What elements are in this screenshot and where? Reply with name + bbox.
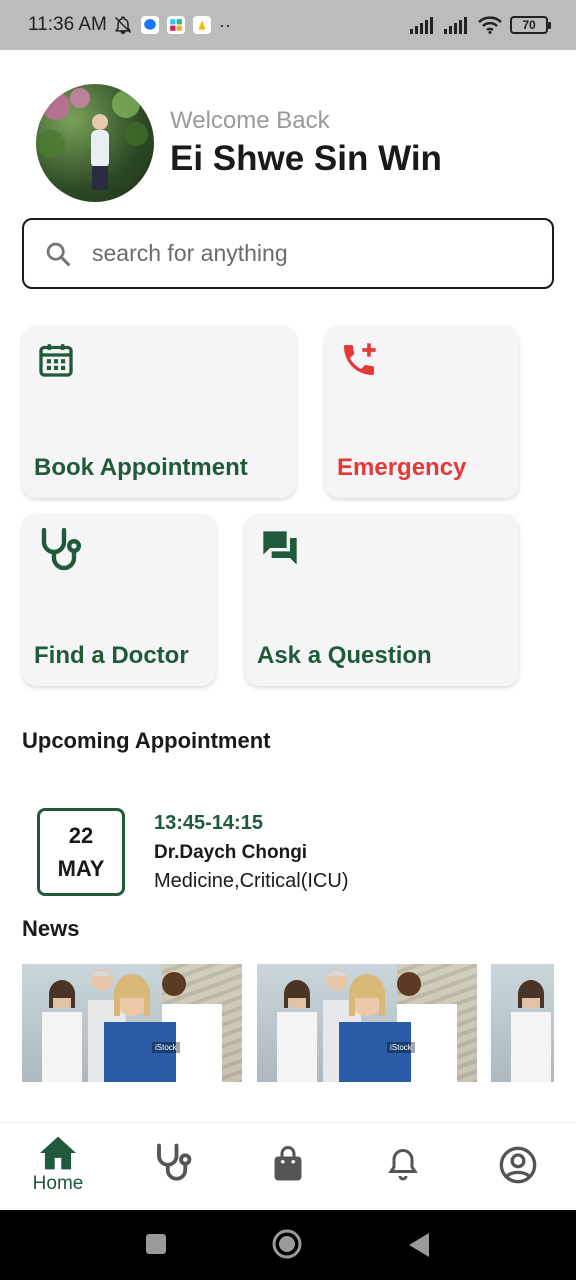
nav-notifications[interactable] [363,1145,443,1183]
recents-icon [146,1234,166,1254]
nav-home[interactable]: Home [18,1135,98,1195]
ask-question-card[interactable]: Ask a Question [245,514,519,686]
calendar-icon [36,340,76,385]
profile-header: Welcome Back Ei Shwe Sin Win [36,84,442,202]
search-icon [46,242,71,266]
search-bar[interactable] [22,218,554,289]
news-carousel[interactable]: iStock iStock [22,964,554,1082]
upcoming-title: Upcoming Appointment [22,728,271,753]
back-button[interactable] [407,1232,431,1263]
ask-question-label: Ask a Question [257,642,432,669]
appointment-month: MAY [57,856,105,881]
avatar[interactable] [36,84,154,202]
status-bar: 11:36 AM ·· 70 [0,0,576,50]
news-image[interactable]: iStock [22,964,242,1082]
user-name: Ei Shwe Sin Win [170,139,442,178]
nav-doctors[interactable] [133,1143,213,1183]
news-title: News [22,916,80,941]
bottom-navigation: Home [0,1122,576,1210]
system-navigation-bar [0,1210,576,1280]
news-image[interactable]: iStock [257,964,477,1082]
stethoscope-icon [157,1143,192,1181]
back-icon [409,1233,429,1257]
find-doctor-card[interactable]: Find a Doctor [22,514,216,686]
messenger-icon [140,16,159,34]
emergency-card[interactable]: Emergency [325,326,519,498]
book-appointment-card[interactable]: Book Appointment [22,326,296,498]
home-system-button[interactable] [272,1229,302,1264]
signal-icon [410,17,433,34]
bell-muted-icon [113,15,133,35]
nav-shop[interactable] [248,1145,328,1183]
emergency-label: Emergency [337,454,467,481]
nav-profile[interactable] [478,1145,558,1185]
appointment-date: 22 MAY [37,808,125,896]
chat-icon [259,528,301,573]
appointment-doctor: Dr.Daych Chongi [154,842,308,863]
search-input[interactable] [92,240,492,267]
more-dots-icon: ·· [218,14,231,35]
app-icon [192,16,211,34]
news-watermark: iStock [152,1042,180,1053]
status-time: 11:36 AM [28,14,107,35]
bell-icon [388,1148,418,1181]
recents-button[interactable] [145,1233,167,1260]
home-icon [40,1136,76,1170]
bag-icon [274,1146,302,1181]
news-image[interactable] [491,964,554,1082]
stethoscope-icon [36,527,84,577]
battery-indicator: 70 [510,16,551,34]
appointment-department: Medicine,Critical(ICU) [154,870,349,892]
slack-icon [166,16,185,34]
signal-icon-2 [444,17,467,34]
book-appointment-label: Book Appointment [34,454,248,481]
wifi-icon [478,16,502,34]
phone-add-icon [339,340,379,385]
home-circle-icon [272,1229,302,1259]
welcome-text: Welcome Back [170,107,330,134]
nav-home-label: Home [32,1173,84,1194]
appointment-day: 22 [68,823,94,848]
appointment-time: 13:45-14:15 [154,812,263,834]
news-watermark: iStock [387,1042,415,1053]
find-doctor-label: Find a Doctor [34,642,189,669]
account-icon [499,1146,537,1184]
